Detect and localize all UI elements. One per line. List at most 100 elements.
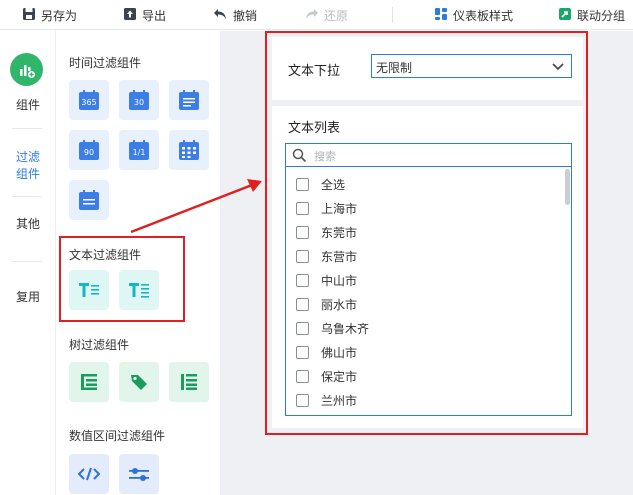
list-item-label: 东莞市 <box>321 225 358 240</box>
checkbox[interactable] <box>296 345 309 359</box>
month-filter-tile[interactable]: 30 <box>119 80 159 120</box>
list-item-label: 上海市 <box>321 201 358 216</box>
svg-text:1/1: 1/1 <box>133 148 146 157</box>
tree-icon <box>81 374 97 390</box>
checkbox[interactable] <box>296 201 309 215</box>
rail-filter-line1: 过滤 <box>15 150 40 164</box>
text-dropdown-tile[interactable] <box>69 270 109 310</box>
list-item-label: 乌鲁木齐 <box>321 321 370 336</box>
rail-divider <box>12 196 42 197</box>
save-icon <box>22 7 36 24</box>
checkbox[interactable] <box>296 369 309 383</box>
quarter-filter-tile[interactable]: 90 <box>69 130 109 170</box>
checkbox[interactable] <box>296 177 309 191</box>
checkbox[interactable] <box>296 225 309 239</box>
date-range-filter-tile[interactable] <box>169 130 209 170</box>
component-panel: 时间过滤组件 365 30 90 1/1 文本过滤组件 树过滤组件 数值区间过滤… <box>57 31 219 495</box>
grid-icon <box>434 7 448 24</box>
toolbar: 另存为 导出 撤销 还原 仪表板样式 联动分组 <box>0 0 633 30</box>
list-item[interactable]: 佛山市 <box>296 342 357 362</box>
checkbox[interactable] <box>296 393 309 407</box>
text-list-icon <box>129 283 149 298</box>
export-label: 导出 <box>142 8 167 23</box>
search-placeholder: 搜索 <box>314 150 336 163</box>
tag-filter-tile[interactable] <box>119 362 159 402</box>
redo-label: 还原 <box>324 8 349 23</box>
export-button[interactable]: 导出 <box>123 6 166 24</box>
list-item-label: 兰州市 <box>321 393 358 408</box>
search-icon <box>292 148 307 166</box>
tree-dropdown-tile[interactable] <box>69 362 109 402</box>
rail-reuse[interactable]: 复用 <box>0 289 56 306</box>
list-item[interactable]: 东营市 <box>296 246 357 266</box>
code-range-tile[interactable] <box>69 454 109 494</box>
list-item-label: 佛山市 <box>321 345 358 360</box>
calendar-list-icon <box>179 90 199 110</box>
dashboard-style-label: 仪表板样式 <box>453 8 514 23</box>
toolbar-divider <box>392 7 393 23</box>
time-filter-tile[interactable] <box>69 180 109 220</box>
save-as-button[interactable]: 另存为 <box>22 6 77 24</box>
list-item[interactable]: 乌鲁木齐 <box>296 318 369 338</box>
list-search-input[interactable]: 搜索 <box>285 143 572 167</box>
list-scrollbar[interactable] <box>563 167 571 415</box>
list-item-label: 全选 <box>321 177 346 192</box>
date-filter-tile[interactable] <box>169 80 209 120</box>
list-item-label: 保定市 <box>321 369 358 384</box>
linkage-group-label: 联动分组 <box>577 8 626 23</box>
undo-button[interactable]: 撤销 <box>213 6 257 24</box>
rail-divider <box>12 128 42 129</box>
export-icon <box>123 7 137 24</box>
tree-list-icon <box>181 374 197 390</box>
option-list: 全选 上海市 东莞市 东营市 中山市 丽水市 乌鲁木齐 佛山市 保定市 兰州市 <box>285 167 572 416</box>
left-rail: 组件 过滤 组件 其他 复用 <box>0 31 56 495</box>
checkbox[interactable] <box>296 297 309 311</box>
text-filter-title: 文本过滤组件 <box>69 248 142 262</box>
chevron-down-icon <box>551 58 565 77</box>
scrollbar-thumb[interactable] <box>565 169 570 205</box>
rail-filter-line2: 组件 <box>15 167 40 181</box>
redo-button[interactable]: 还原 <box>304 6 348 24</box>
tree-list-tile[interactable] <box>169 362 209 402</box>
calendar-day-icon: 1/1 <box>129 140 149 160</box>
calendar-30-icon: 30 <box>129 90 149 110</box>
slider-icon <box>129 468 149 481</box>
list-item[interactable]: 丽水市 <box>296 294 357 314</box>
year-filter-tile[interactable]: 365 <box>69 80 109 120</box>
slider-range-tile[interactable] <box>119 454 159 494</box>
checkbox[interactable] <box>296 273 309 287</box>
dropdown-select[interactable]: 无限制 <box>371 54 572 78</box>
text-list-tile[interactable] <box>119 270 159 310</box>
list-item[interactable]: 全选 <box>296 174 345 194</box>
checkbox[interactable] <box>296 321 309 335</box>
list-item[interactable]: 东莞市 <box>296 222 357 242</box>
list-item[interactable]: 保定市 <box>296 366 357 386</box>
redo-icon <box>304 7 319 24</box>
rail-components[interactable]: 组件 <box>0 97 56 114</box>
dropdown-label: 文本下拉 <box>288 64 341 79</box>
linkage-icon <box>558 7 572 24</box>
tree-filter-title: 树过滤组件 <box>69 338 130 352</box>
time-filter-title: 时间过滤组件 <box>69 56 142 70</box>
rail-divider <box>12 261 42 262</box>
rail-other[interactable]: 其他 <box>0 216 56 233</box>
dropdown-value: 无限制 <box>376 61 413 75</box>
list-item[interactable]: 上海市 <box>296 198 357 218</box>
svg-text:365: 365 <box>81 98 96 107</box>
text-filter-icon <box>79 283 99 297</box>
day-filter-tile[interactable]: 1/1 <box>119 130 159 170</box>
undo-label: 撤销 <box>233 8 258 23</box>
list-item[interactable]: 兰州市 <box>296 390 357 410</box>
calendar-lines-icon <box>79 190 99 210</box>
add-chart-icon[interactable] <box>10 53 43 86</box>
list-item[interactable]: 中山市 <box>296 270 357 290</box>
linkage-group-button[interactable]: 联动分组 <box>558 6 625 24</box>
rail-filter-components[interactable]: 过滤 组件 <box>0 149 56 183</box>
calendar-365-icon: 365 <box>79 90 99 110</box>
calendar-90-icon: 90 <box>79 140 99 160</box>
dashboard-style-button[interactable]: 仪表板样式 <box>434 6 513 24</box>
svg-text:90: 90 <box>84 148 94 157</box>
calendar-grid-icon <box>179 140 199 160</box>
svg-text:30: 30 <box>134 98 144 107</box>
checkbox[interactable] <box>296 249 309 263</box>
